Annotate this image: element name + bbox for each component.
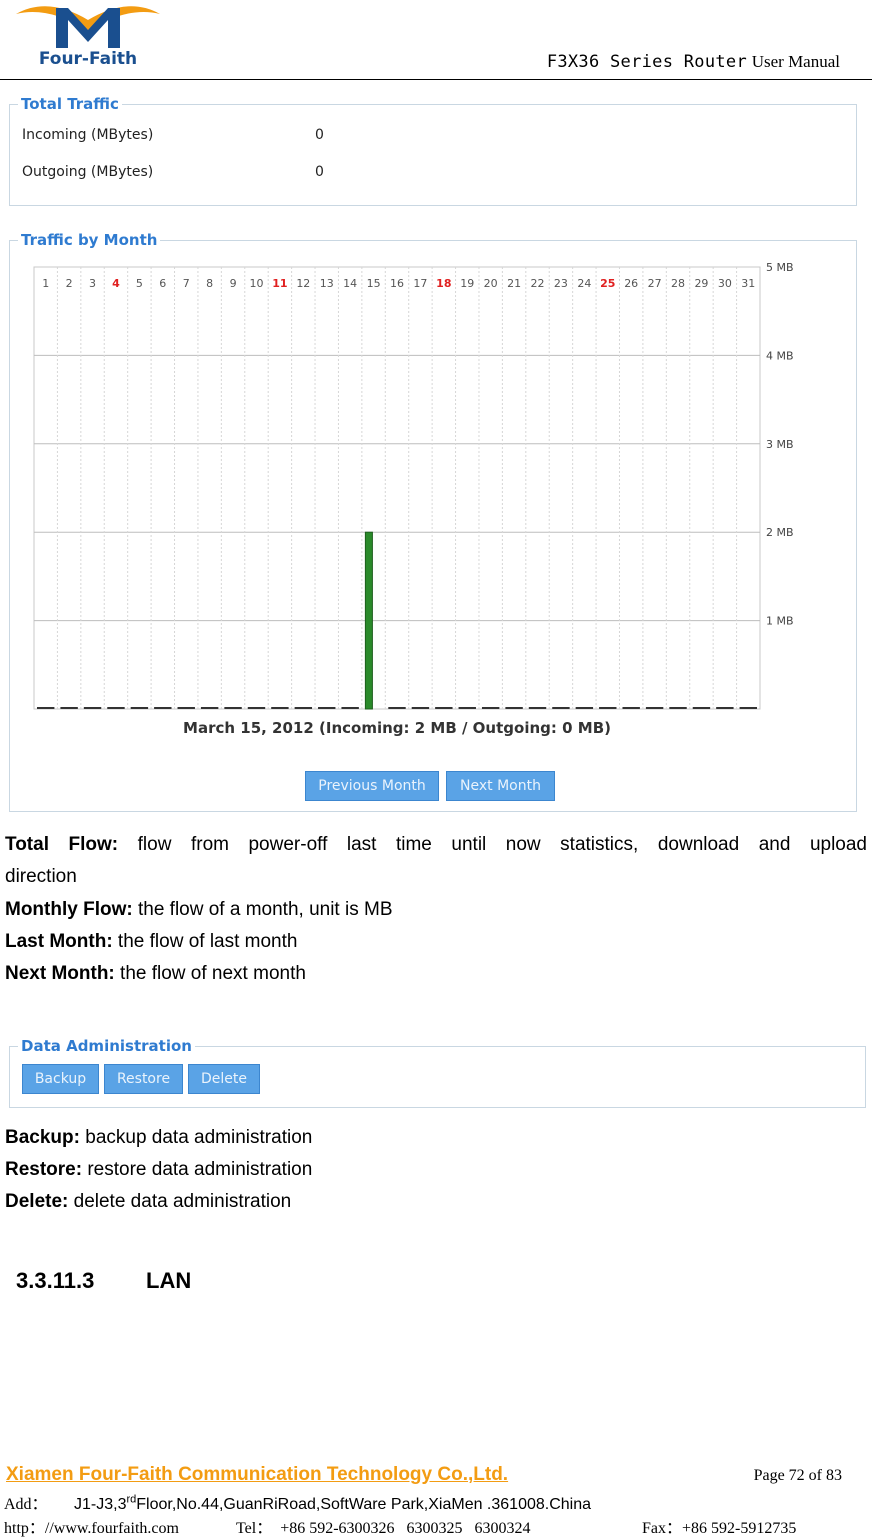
day-tick-label: 13 xyxy=(320,277,334,290)
delete-button[interactable]: Delete xyxy=(188,1064,260,1094)
y-tick-label: 2 MB xyxy=(766,526,794,539)
day-tick-label: 16 xyxy=(390,277,404,290)
footer-address: Add： J1-J3,3rdFloor,No.44,GuanRiRoad,Soft… xyxy=(4,1493,592,1513)
day-tick-label: 28 xyxy=(671,277,685,290)
day-tick-label: 7 xyxy=(183,277,190,290)
day-tick-label: 21 xyxy=(507,277,521,290)
traffic-bar xyxy=(364,531,373,710)
day-tick-label: 27 xyxy=(648,277,662,290)
day-tick-label: 26 xyxy=(624,277,638,290)
previous-month-button[interactable]: Previous Month xyxy=(305,771,439,801)
delete-desc: Delete: delete data administration xyxy=(5,1191,292,1212)
outgoing-value: 0 xyxy=(315,164,324,180)
day-tick-label: 15 xyxy=(367,277,381,290)
chart-caption: March 15, 2012 (Incoming: 2 MB / Outgoin… xyxy=(183,719,611,737)
day-tick-label: 2 xyxy=(66,277,73,290)
day-tick-label: 11 xyxy=(272,277,287,290)
traffic-by-month-legend: Traffic by Month xyxy=(18,231,161,249)
total-traffic-legend: Total Traffic xyxy=(18,95,122,113)
footer-company: Xiamen Four-Faith Communication Technolo… xyxy=(6,1464,509,1485)
day-tick-label: 29 xyxy=(694,277,708,290)
footer-contacts: http：//www.fourfaith.com Tel： +86 592-630… xyxy=(4,1514,796,1538)
day-tick-label: 24 xyxy=(577,277,591,290)
next-month-desc: Next Month: the flow of next month xyxy=(5,963,306,984)
day-tick-label: 14 xyxy=(343,277,357,290)
header-title: F3X36 Series Router User Manual xyxy=(547,52,840,72)
y-tick-label: 3 MB xyxy=(766,438,794,451)
total-flow-desc-line2: direction xyxy=(5,866,77,887)
data-administration-legend: Data Administration xyxy=(18,1037,195,1055)
day-tick-label: 31 xyxy=(741,277,755,290)
section-title: LAN xyxy=(146,1268,192,1293)
day-tick-label: 12 xyxy=(296,277,310,290)
restore-desc: Restore: restore data administration xyxy=(5,1159,313,1180)
day-tick-label: 1 xyxy=(42,277,49,290)
incoming-value: 0 xyxy=(315,127,324,143)
next-month-button[interactable]: Next Month xyxy=(446,771,555,801)
section-heading: 3.3.11.3 LAN xyxy=(16,1268,191,1294)
day-tick-label: 18 xyxy=(436,277,451,290)
header-manual-label: User Manual xyxy=(751,52,840,71)
header-series-title: F3X36 Series Router xyxy=(546,52,747,72)
day-tick-label: 30 xyxy=(718,277,732,290)
total-flow-desc: Total Flow: flow from power-off last tim… xyxy=(5,834,867,855)
total-traffic-panel: Total Traffic Incoming (MBytes) 0 Outgoi… xyxy=(9,95,857,206)
svg-text:Four-Faith: Four-Faith xyxy=(39,49,137,69)
restore-button[interactable]: Restore xyxy=(104,1064,183,1094)
last-month-desc: Last Month: the flow of last month xyxy=(5,931,298,952)
footer-page-number: Page 72 of 83 xyxy=(753,1467,842,1484)
footer-tel: Tel： +86 592-6300326 6300325 6300324 xyxy=(236,1520,531,1537)
footer-fax: Fax：+86 592-5912735 xyxy=(642,1520,797,1537)
four-faith-logo: Four-Faith xyxy=(16,6,160,69)
monthly-flow-desc: Monthly Flow: the flow of a month, unit … xyxy=(5,899,393,920)
footer-website: http：//www.fourfaith.com xyxy=(4,1520,179,1537)
section-number: 3.3.11.3 xyxy=(16,1268,95,1293)
day-tick-label: 25 xyxy=(600,277,615,290)
total-flow-label: Total Flow: xyxy=(5,834,119,855)
day-tick-label: 6 xyxy=(159,277,166,290)
day-tick-label: 8 xyxy=(206,277,213,290)
backup-desc: Backup: backup data administration xyxy=(5,1127,313,1148)
backup-button[interactable]: Backup xyxy=(22,1064,99,1094)
day-tick-label: 9 xyxy=(230,277,237,290)
day-tick-label: 10 xyxy=(249,277,263,290)
day-tick-label: 4 xyxy=(112,277,120,290)
y-tick-label: 4 MB xyxy=(766,349,794,362)
day-tick-label: 3 xyxy=(89,277,96,290)
outgoing-label: Outgoing (MBytes) xyxy=(22,164,154,180)
monthly-traffic-chart: 1 2 3 4 5 6 7 8 9 10 11 12 13 14 15 16 17 18 19 20 21 22 23 24 2… xyxy=(33,261,794,710)
day-tick-label: 19 xyxy=(460,277,474,290)
incoming-label: Incoming (MBytes) xyxy=(22,127,154,143)
header-divider xyxy=(0,79,872,80)
y-tick-label: 1 MB xyxy=(766,615,794,628)
day-tick-label: 22 xyxy=(531,277,545,290)
day-tick-label: 20 xyxy=(484,277,498,290)
plot-frame xyxy=(33,266,761,710)
y-tick-label: 5 MB xyxy=(766,261,794,274)
day-tick-label: 5 xyxy=(136,277,143,290)
day-tick-label: 17 xyxy=(413,277,427,290)
day-tick-label: 23 xyxy=(554,277,568,290)
